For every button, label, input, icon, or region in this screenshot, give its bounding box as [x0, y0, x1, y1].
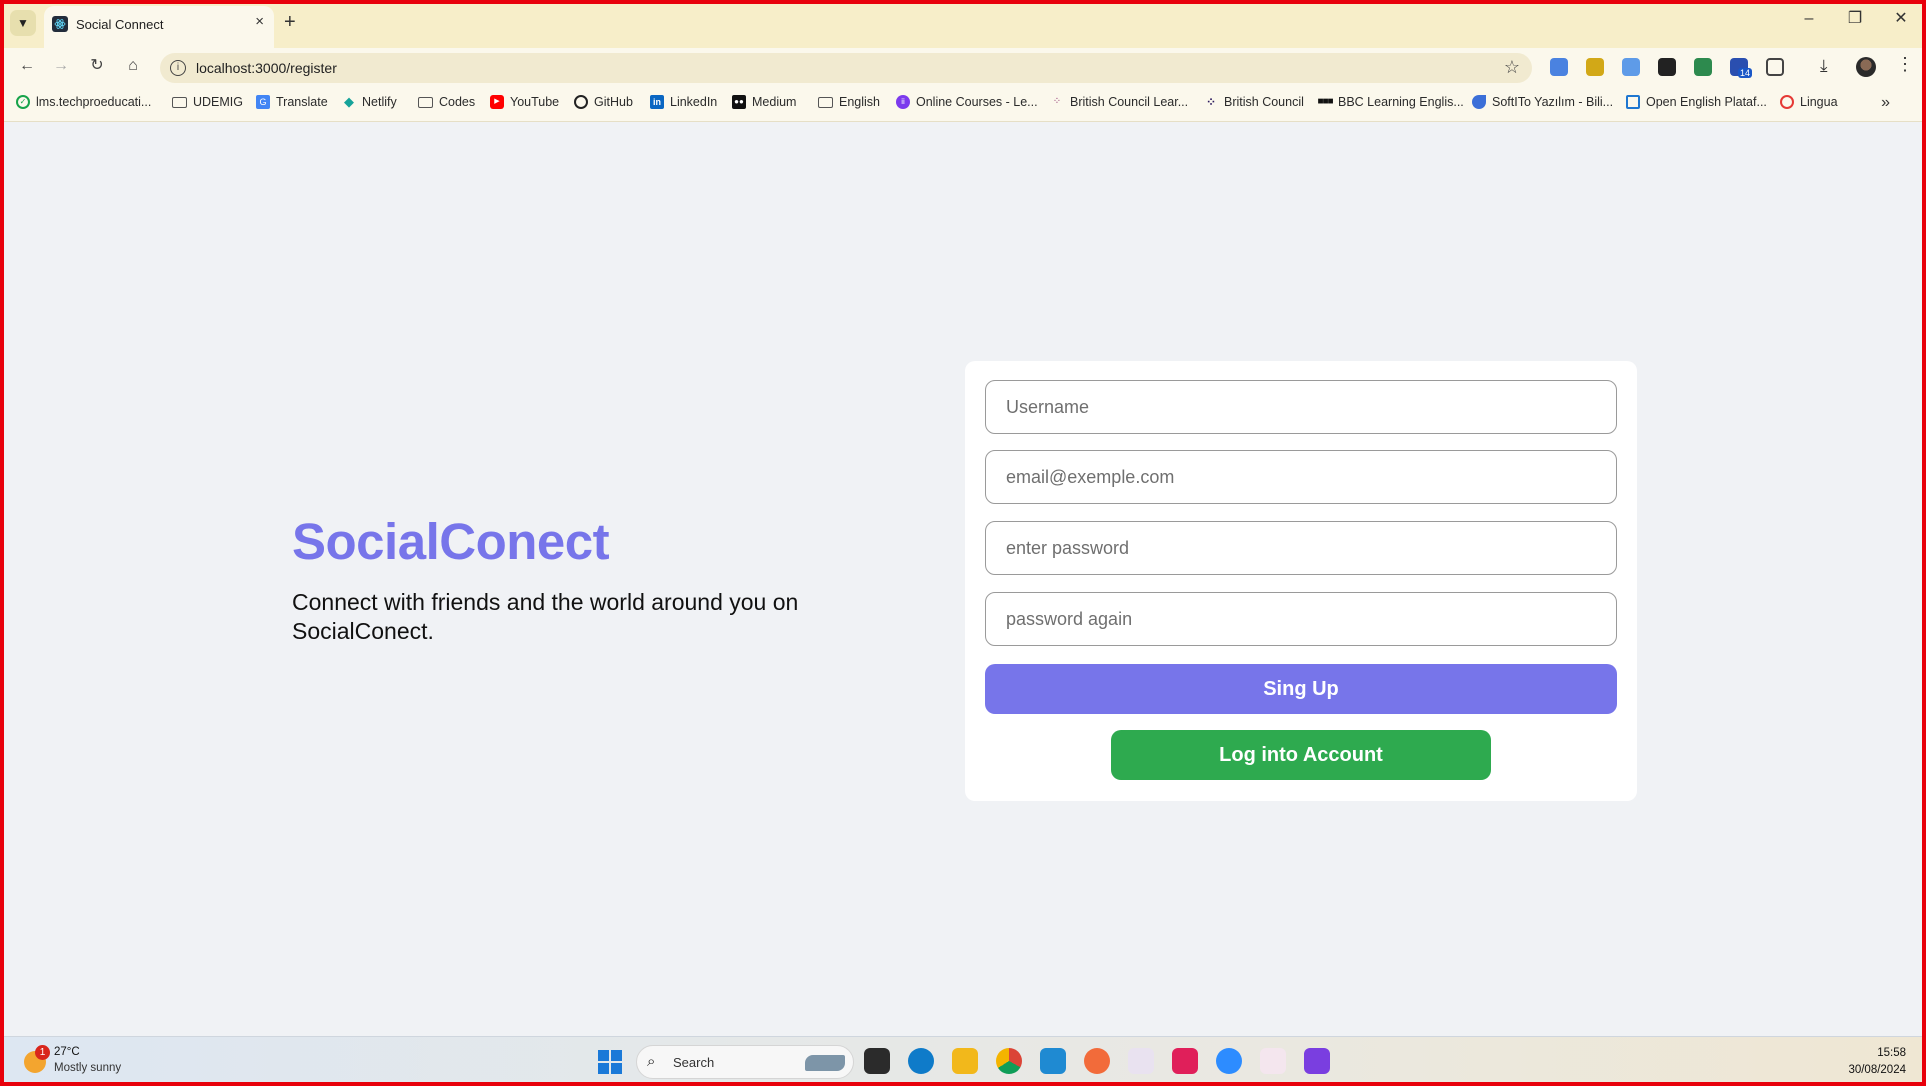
new-tab-icon[interactable]: +: [284, 12, 296, 32]
eyedropper-extension-icon[interactable]: [1658, 58, 1676, 76]
bookmark-english[interactable]: English: [818, 95, 880, 109]
signup-button[interactable]: Sing Up: [985, 664, 1617, 714]
bookmark-open-english[interactable]: Open English Plataf...: [1626, 95, 1767, 109]
youtube-icon: ▶: [490, 95, 504, 109]
bookmark-youtube[interactable]: ▶ YouTube: [490, 95, 559, 109]
snipping-tool-icon[interactable]: [1260, 1048, 1286, 1074]
bookmark-british-council[interactable]: ⁘ British Council: [1204, 95, 1304, 109]
linkedin-icon: in: [650, 95, 664, 109]
bookmark-online-courses[interactable]: ii Online Courses - Le...: [896, 95, 1038, 109]
bookmark-star-icon[interactable]: ☆: [1504, 57, 1520, 78]
british-council-icon: ⁘: [1205, 95, 1217, 109]
weather-badge: 1: [35, 1045, 50, 1060]
login-button[interactable]: Log into Account: [1111, 730, 1491, 780]
translate-extension-icon[interactable]: [1550, 58, 1568, 76]
zoom-icon[interactable]: [1216, 1048, 1242, 1074]
lingua-icon: [1780, 95, 1794, 109]
extensions-puzzle-icon[interactable]: [1766, 58, 1784, 76]
close-window-icon[interactable]: ✕: [1890, 10, 1912, 28]
bookmark-bbc-learning[interactable]: ■■■ BBC Learning Englis...: [1317, 95, 1463, 109]
bookmark-udemig[interactable]: UDEMIG: [172, 95, 243, 109]
windows-start-icon[interactable]: [598, 1050, 622, 1074]
bookmark-british-council-learn[interactable]: ⁘ British Council Lear...: [1050, 95, 1188, 109]
check-circle-icon: ✓: [16, 95, 30, 109]
tagline: Connect with friends and the world aroun…: [292, 589, 799, 644]
taskbar-search[interactable]: ⌕ Search: [636, 1045, 854, 1079]
windows-taskbar: 1 27°C Mostly sunny ⌕ Search 15:58 30/08…: [0, 1036, 1926, 1086]
bookmark-codes[interactable]: Codes: [418, 95, 475, 109]
document-extension-icon[interactable]: [1622, 58, 1640, 76]
back-icon[interactable]: ←: [16, 56, 38, 76]
browser-menu-icon[interactable]: ⋮: [1896, 54, 1914, 75]
forward-icon[interactable]: →: [50, 56, 72, 76]
password-again-input[interactable]: [985, 592, 1617, 646]
slack-icon[interactable]: [1128, 1048, 1154, 1074]
british-council-icon: ⁘: [1052, 96, 1062, 107]
address-bar[interactable]: i localhost:3000/register ☆: [160, 53, 1532, 83]
bootstrap-studio-icon[interactable]: [1304, 1048, 1330, 1074]
netlify-icon: ◆: [344, 94, 354, 109]
bookmark-github[interactable]: GitHub: [574, 95, 633, 109]
card-extension-icon[interactable]: [1586, 58, 1604, 76]
courses-icon: ii: [896, 95, 910, 109]
register-page: SocialConect Connect with friends and th…: [4, 122, 1922, 1036]
register-card: Sing Up Log into Account: [965, 361, 1637, 801]
github-icon: [574, 95, 588, 109]
url-text[interactable]: localhost:3000/register: [196, 60, 337, 76]
weather-description[interactable]: Mostly sunny: [54, 1062, 121, 1074]
site-info-icon[interactable]: i: [170, 60, 186, 76]
search-icon: ⌕: [647, 1053, 656, 1070]
react-favicon-icon: [52, 16, 68, 32]
tab-social-connect[interactable]: Social Connect ×: [44, 6, 274, 48]
bookmark-softito[interactable]: SoftITo Yazılım - Bili...: [1472, 95, 1613, 109]
bookmark-linkedin[interactable]: in LinkedIn: [650, 95, 717, 109]
extension-badge: 14: [1738, 68, 1753, 78]
restore-icon[interactable]: ❐: [1844, 10, 1866, 28]
close-tab-icon[interactable]: ×: [255, 14, 264, 30]
chrome-active-indicator: [1000, 1082, 1018, 1085]
bookmark-lms[interactable]: ✓ lms.techproeducati...: [16, 95, 151, 109]
softito-icon: [1472, 95, 1486, 109]
profile-avatar[interactable]: [1856, 57, 1876, 77]
home-icon[interactable]: ⌂: [122, 56, 144, 76]
taskbar-search-label: Search: [673, 1055, 715, 1070]
bookmark-netlify[interactable]: ◆ Netlify: [342, 94, 397, 110]
task-view-icon[interactable]: [864, 1048, 890, 1074]
vscode-icon[interactable]: [1040, 1048, 1066, 1074]
weather-temperature[interactable]: 27°C: [54, 1046, 80, 1058]
toolbar: ← → ↻ ⌂ i localhost:3000/register ☆ 14 ⤓…: [0, 48, 1926, 86]
folder-icon: [172, 96, 187, 108]
clock-date[interactable]: 30/08/2024: [1848, 1064, 1906, 1076]
bookmarks-bar: ✓ lms.techproeducati... UDEMIG G Translate…: [0, 86, 1926, 122]
edge-icon[interactable]: [908, 1048, 934, 1074]
search-highlight-image: [805, 1055, 845, 1071]
translate-icon: G: [256, 95, 270, 109]
open-english-icon: [1626, 95, 1640, 109]
bookmark-medium[interactable]: ●● Medium: [732, 95, 796, 109]
bookmark-lingua[interactable]: Lingua: [1780, 95, 1838, 109]
medium-icon: ●●: [732, 95, 746, 109]
folder-icon: [818, 96, 833, 108]
bookmark-translate[interactable]: G Translate: [256, 95, 328, 109]
bbc-icon: ■■■: [1317, 96, 1333, 107]
postman-icon[interactable]: [1084, 1048, 1110, 1074]
folder-icon: [418, 96, 433, 108]
tab-title: Social Connect: [76, 17, 164, 32]
tab-strip: ▼ Social Connect × + – ❐ ✕: [0, 0, 1926, 48]
brand-title: SocialConect: [292, 513, 610, 570]
chrome-icon[interactable]: [996, 1048, 1022, 1074]
username-input[interactable]: [985, 380, 1617, 434]
reload-icon[interactable]: ↻: [86, 56, 108, 76]
clock-time[interactable]: 15:58: [1877, 1047, 1906, 1059]
more-bookmarks-icon[interactable]: »: [1881, 94, 1890, 112]
calendar-extension-icon[interactable]: [1694, 58, 1712, 76]
tab-search-chevron-icon[interactable]: ▼: [10, 10, 36, 36]
intellij-icon[interactable]: [1172, 1048, 1198, 1074]
minimize-icon[interactable]: –: [1798, 10, 1820, 28]
file-explorer-icon[interactable]: [952, 1048, 978, 1074]
download-icon[interactable]: ⤓: [1820, 56, 1828, 76]
email-input[interactable]: [985, 450, 1617, 504]
password-input[interactable]: [985, 521, 1617, 575]
